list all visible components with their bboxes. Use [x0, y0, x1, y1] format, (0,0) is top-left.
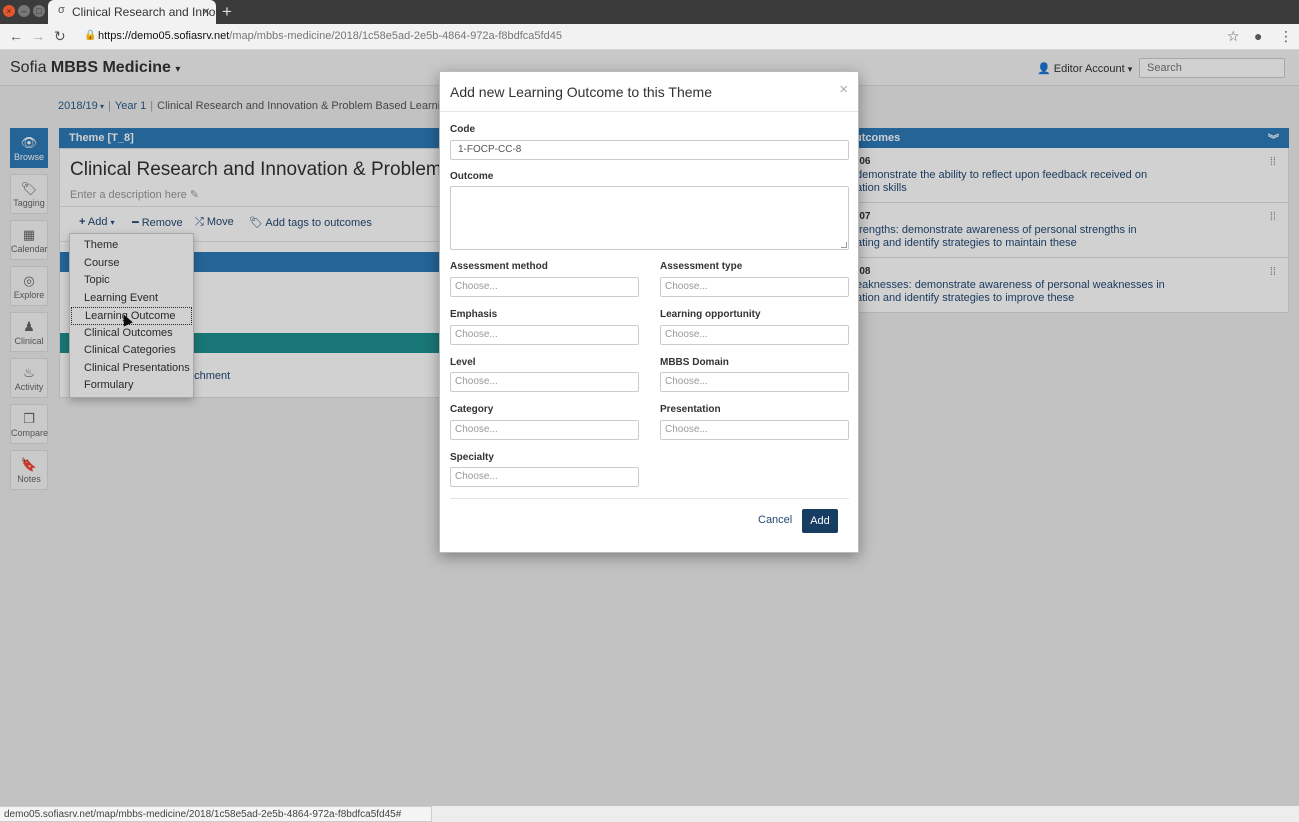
assessment-type-label: Assessment type [660, 261, 743, 272]
presentation-label: Presentation [660, 404, 721, 415]
window-controls: × – □ [3, 5, 45, 17]
mbbs-domain-select[interactable]: Choose... [660, 372, 849, 392]
outcome-textarea[interactable] [450, 186, 849, 250]
specialty-label: Specialty [450, 452, 494, 463]
add-learning-outcome-modal: Add new Learning Outcome to this Theme ×… [439, 71, 859, 553]
assessment-method-select[interactable]: Choose... [450, 277, 639, 297]
emphasis-select[interactable]: Choose... [450, 325, 639, 345]
resize-handle-icon[interactable] [841, 242, 847, 248]
sofia-favicon-icon: σ [58, 4, 65, 16]
bookmark-star-icon[interactable]: ☆ [1227, 28, 1240, 45]
url-field[interactable]: https://demo05.sofiasrv.net/map/mbbs-med… [98, 30, 562, 42]
browser-tab-bar: × – □ σ Clinical Research and Inno × + [0, 0, 1299, 24]
code-label: Code [450, 124, 475, 135]
assessment-method-label: Assessment method [450, 261, 548, 272]
specialty-select[interactable]: Choose... [450, 467, 639, 487]
url-host: https://demo05.sofiasrv.net [98, 30, 230, 42]
tab-title: Clinical Research and Inno [72, 5, 216, 19]
browser-menu-icon[interactable]: ⋮ [1279, 28, 1293, 45]
address-bar: ← → ↻ 🔒 https://demo05.sofiasrv.net/map/… [0, 24, 1299, 50]
status-bar-url: demo05.sofiasrv.net/map/mbbs-medicine/20… [0, 806, 432, 822]
back-arrow-icon[interactable]: ← [9, 28, 23, 44]
url-path: /map/mbbs-medicine/2018/1c58e5ad-2e5b-48… [229, 30, 562, 42]
assessment-type-select[interactable]: Choose... [660, 277, 849, 297]
modal-footer-divider [450, 498, 849, 499]
browser-tab[interactable]: σ Clinical Research and Inno × [48, 0, 216, 24]
tab-close-icon[interactable]: × [202, 3, 210, 19]
mbbs-domain-label: MBBS Domain [660, 357, 729, 368]
add-button[interactable]: Add [802, 509, 838, 533]
outcome-label: Outcome [450, 171, 494, 182]
window-close-button[interactable]: × [3, 5, 15, 17]
level-label: Level [450, 357, 476, 368]
close-icon[interactable]: × [839, 81, 848, 98]
window-minimize-button[interactable]: – [18, 5, 30, 17]
learning-opportunity-select[interactable]: Choose... [660, 325, 849, 345]
lock-icon: 🔒 [84, 30, 97, 41]
cancel-button[interactable]: Cancel [758, 514, 792, 526]
forward-arrow-icon[interactable]: → [31, 28, 45, 44]
learning-opportunity-label: Learning opportunity [660, 309, 761, 320]
presentation-select[interactable]: Choose... [660, 420, 849, 440]
reload-icon[interactable]: ↻ [54, 28, 66, 45]
modal-title: Add new Learning Outcome to this Theme [450, 84, 713, 100]
new-tab-button[interactable]: + [222, 2, 232, 22]
level-select[interactable]: Choose... [450, 372, 639, 392]
window-maximize-button[interactable]: □ [33, 5, 45, 17]
code-input[interactable]: 1-FOCP-CC-8 [450, 140, 849, 160]
modal-divider [440, 111, 858, 112]
emphasis-label: Emphasis [450, 309, 498, 320]
category-select[interactable]: Choose... [450, 420, 639, 440]
profile-icon[interactable]: ● [1254, 28, 1262, 44]
category-label: Category [450, 404, 494, 415]
